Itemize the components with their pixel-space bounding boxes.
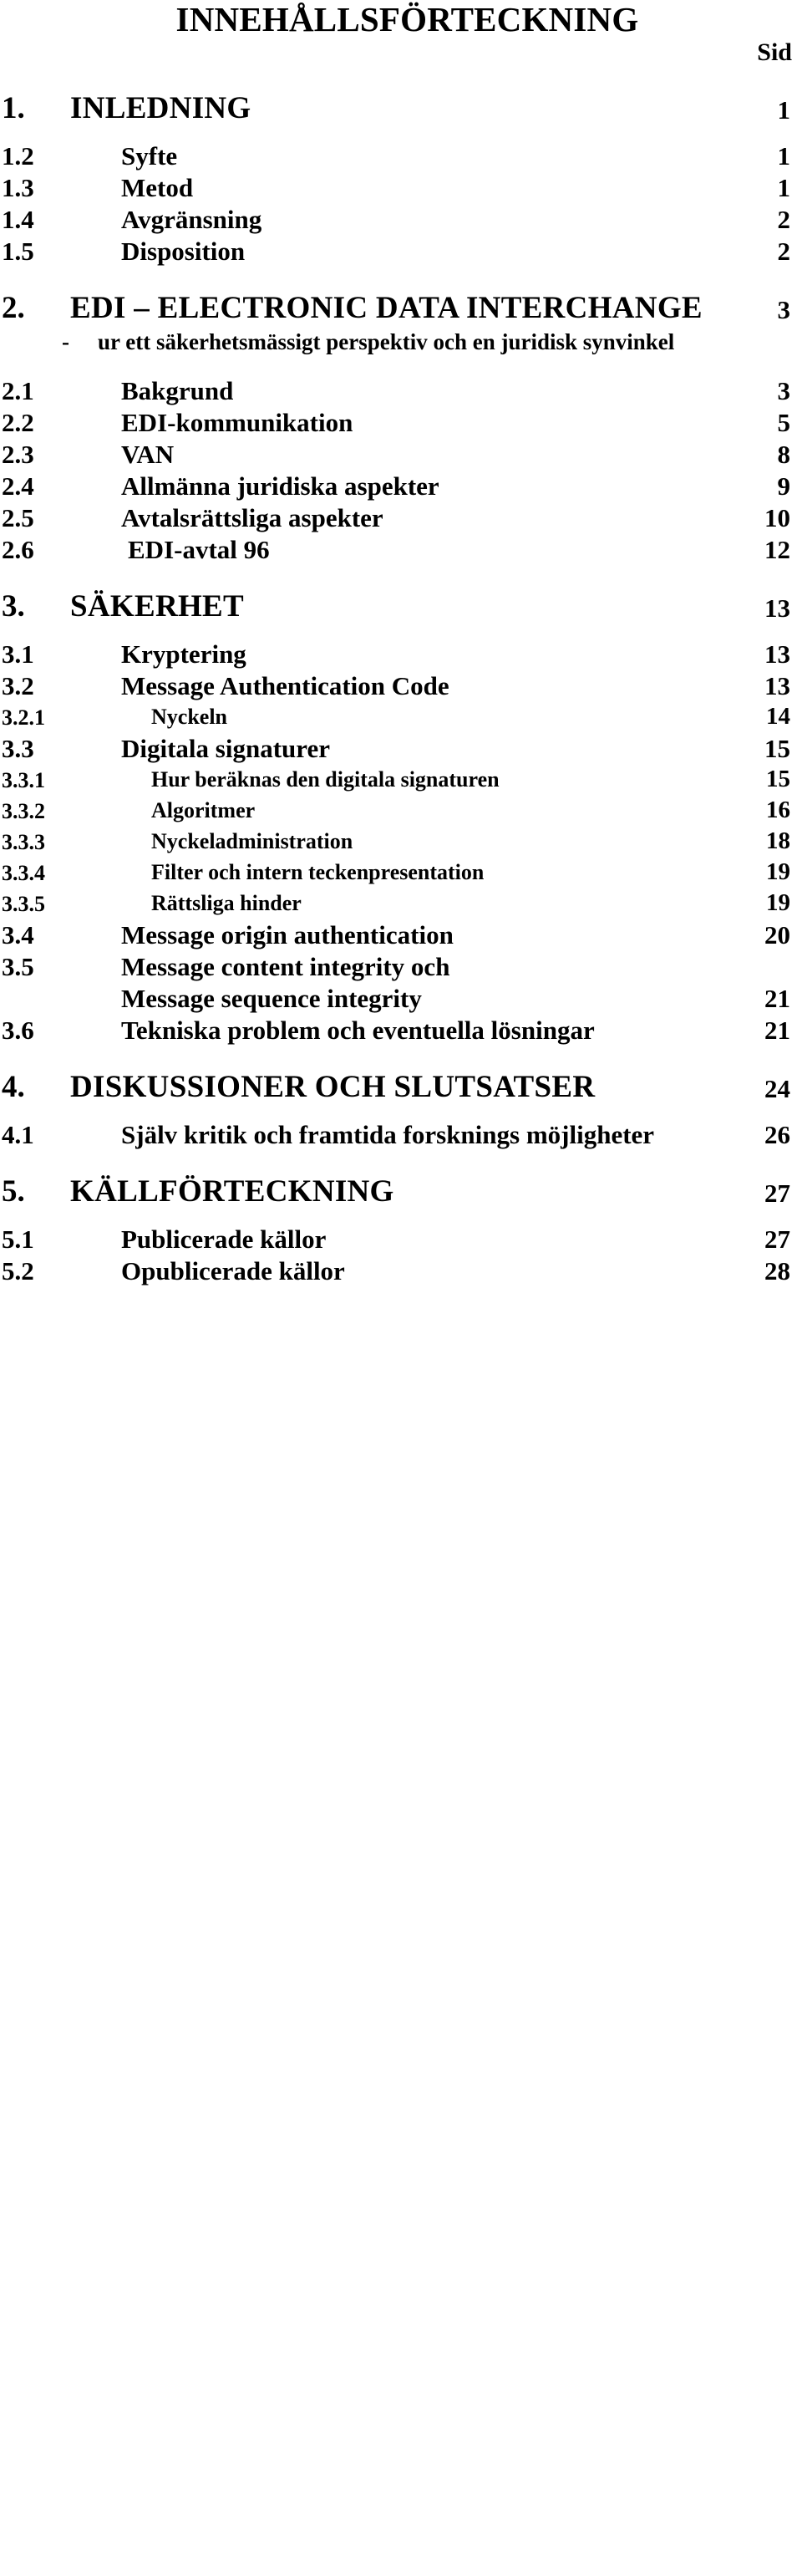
toc-entry[interactable]: 2. EDI – ELECTRONIC DATA INTERCHANGE 3 bbox=[0, 290, 802, 329]
toc-entry[interactable]: 3.3.2 Algoritmer 16 bbox=[0, 797, 802, 827]
toc-entry[interactable]: 3.1 Kryptering 13 bbox=[0, 639, 802, 671]
page-column-header: Sid bbox=[757, 38, 792, 66]
toc-entry-page-number: 28 bbox=[764, 1256, 790, 1285]
toc-entry[interactable]: 4.1 Själv kritik och framtida forsknings … bbox=[0, 1120, 802, 1152]
toc-entry[interactable]: 2.3 VAN 8 bbox=[0, 440, 802, 471]
toc-entry[interactable]: 3.3.4 Filter och intern teckenpresentatio… bbox=[0, 858, 802, 889]
toc-entry[interactable]: 3.3.5 Rättsliga hinder 19 bbox=[0, 889, 802, 920]
toc-entry[interactable]: 3. SÄKERHET 13 bbox=[0, 588, 802, 628]
toc-entry[interactable]: 2.1 Bakgrund 3 bbox=[0, 376, 802, 408]
toc-entry[interactable]: 2.4 Allmänna juridiska aspekter 9 bbox=[0, 471, 802, 503]
toc-entry[interactable]: 1.5 Disposition 2 bbox=[0, 237, 802, 268]
toc-entry[interactable]: 2.6 EDI-avtal 96 12 bbox=[0, 535, 802, 567]
toc-entry[interactable]: 3.6 Tekniska problem och eventuella lösni… bbox=[0, 1016, 802, 1047]
toc-entry[interactable]: 2.5 Avtalsrättsliga aspekter 10 bbox=[0, 503, 802, 535]
page-title: INNEHÅLLSFÖRTECKNING bbox=[175, 0, 639, 38]
toc-entry[interactable]: 5.2 Opublicerade källor 28 bbox=[0, 1256, 802, 1288]
toc-entry[interactable]: 5.1 Publicerade källor 27 bbox=[0, 1224, 802, 1256]
toc-entry[interactable]: 1. INLEDNING 1 bbox=[0, 90, 802, 130]
toc-entry[interactable]: 1.4 Avgränsning 2 bbox=[0, 205, 802, 237]
toc-entry[interactable]: 3.2 Message Authentication Code 13 bbox=[0, 671, 802, 703]
toc-list: 1. INLEDNING 1 1.2 Syfte 1 1.3 Metod 1 1.4 Avgräns… bbox=[0, 90, 802, 1288]
toc-entry[interactable]: 1.3 Metod 1 bbox=[0, 173, 802, 205]
toc-entry[interactable]: 1.2 Syfte 1 bbox=[0, 141, 802, 173]
toc-entry[interactable]: 3.4 Message origin authentication 20 bbox=[0, 920, 802, 952]
toc-entry[interactable]: 5. KÄLLFÖRTECKNING 27 bbox=[0, 1173, 802, 1213]
toc-entry[interactable]: 3.3.3 Nyckeladministration 18 bbox=[0, 827, 802, 858]
toc-entry[interactable]: 4. DISKUSSIONER OCH SLUTSATSER 24 bbox=[0, 1069, 802, 1108]
toc-entry[interactable]: 3.2.1 Nyckeln 14 bbox=[0, 703, 802, 734]
toc-entry[interactable]: 3.3 Digitala signaturer 15 bbox=[0, 734, 802, 766]
toc-entry[interactable]: 3.5 Message content integrity och bbox=[0, 952, 802, 984]
toc-entry[interactable]: Message sequence integrity 21 bbox=[0, 984, 802, 1016]
toc-entry[interactable]: 3.3.1 Hur beräknas den digitala signature… bbox=[0, 766, 802, 797]
toc-entry[interactable]: - ur ett säkerhetsmässigt perspektiv och … bbox=[0, 329, 802, 364]
toc-entry[interactable]: 2.2 EDI-kommunikation 5 bbox=[0, 408, 802, 440]
toc-page: INNEHÅLLSFÖRTECKNING Sid 1. INLEDNING 1 1.2… bbox=[0, 0, 802, 1320]
